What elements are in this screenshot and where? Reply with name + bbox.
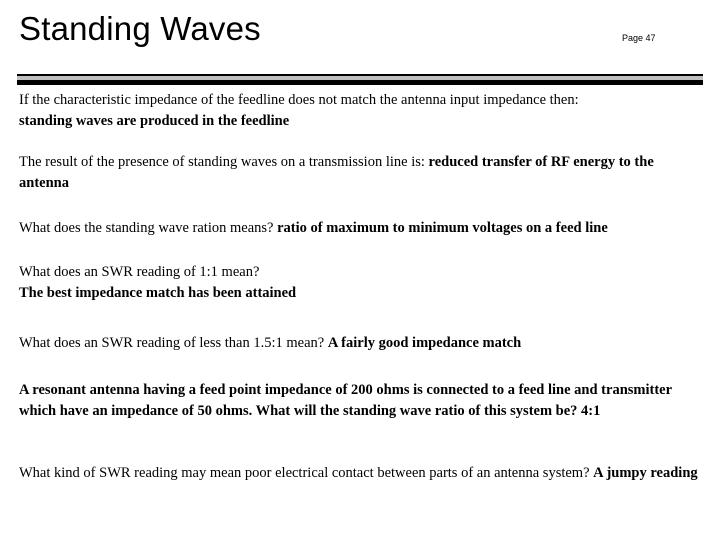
divider-band-bottom	[17, 80, 703, 85]
answer-text: ratio of maximum to minimum voltages on …	[277, 220, 608, 236]
answer-text: The best impedance match has been attain…	[19, 285, 297, 301]
slide-body: If the characteristic impedance of the f…	[19, 90, 701, 530]
slide-canvas: Standing Waves Page 47 If the characteri…	[0, 0, 720, 540]
question-text: If the characteristic impedance of the f…	[19, 92, 579, 108]
qa-block-resonant-antenna-ratio: A resonant antenna having a feed point i…	[19, 380, 697, 422]
qa-block-swr-definition: What does the standing wave ration means…	[19, 218, 697, 239]
qa-block-swr-one-to-one: What does an SWR reading of 1:1 mean? Th…	[19, 262, 519, 304]
answer-text: A fairly good impedance match	[327, 335, 522, 351]
question-text: The result of the presence of standing w…	[19, 154, 429, 170]
qa-block-feedline-mismatch: If the characteristic impedance of the f…	[19, 90, 697, 132]
question-text: What does an SWR reading of less than 1.…	[19, 335, 328, 351]
qa-block-swr-under-one-point-five: What does an SWR reading of less than 1.…	[19, 333, 619, 354]
answer-text: standing waves are produced in the feedl…	[19, 113, 290, 129]
question-text: What does an SWR reading of 1:1 mean?	[19, 264, 260, 280]
question-text: What does the standing wave ration means…	[19, 220, 278, 236]
page-number-label: Page 47	[622, 33, 656, 43]
answer-text: A jumpy reading	[593, 465, 698, 481]
answer-text: A resonant antenna having a feed point i…	[19, 382, 672, 419]
page-title: Standing Waves	[19, 10, 261, 47]
title-divider-bar	[17, 74, 703, 85]
qa-block-poor-electrical-contact: What kind of SWR reading may mean poor e…	[19, 463, 701, 484]
qa-block-standing-waves-result: The result of the presence of standing w…	[19, 152, 701, 194]
question-text: What kind of SWR reading may mean poor e…	[19, 465, 594, 481]
